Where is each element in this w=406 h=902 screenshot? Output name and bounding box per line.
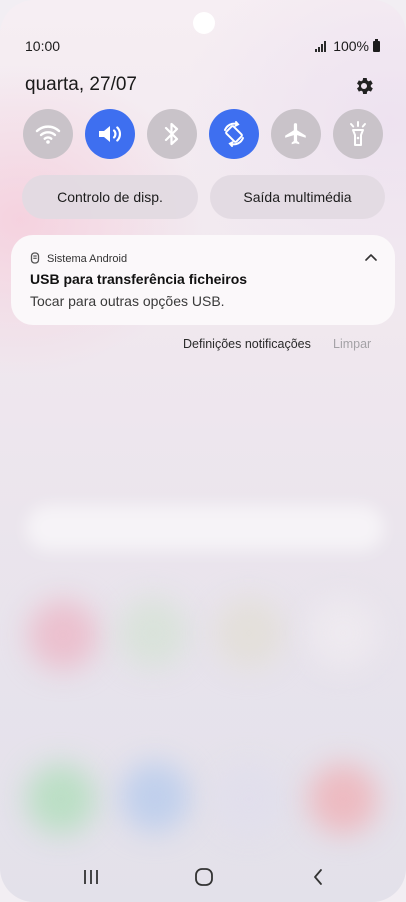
phone-screen: 10:00 100% quarta, 27/07 Controlo de dis… [0, 0, 406, 902]
blurred-app-icon [118, 598, 188, 668]
front-camera [193, 12, 215, 34]
chevron-up-icon[interactable] [362, 250, 380, 264]
home-icon [195, 868, 213, 886]
blurred-app-icon [120, 762, 190, 832]
back-button[interactable] [303, 864, 333, 890]
recents-icon [84, 870, 98, 884]
usb-icon [30, 252, 40, 264]
flashlight-icon [350, 121, 366, 146]
rotate-icon [224, 121, 244, 147]
device-control-button[interactable]: Controlo de disp. [22, 175, 198, 219]
media-output-button[interactable]: Saída multimédia [210, 175, 385, 219]
tile-wifi[interactable] [23, 109, 73, 159]
notification-settings-link[interactable]: Definições notificações [183, 337, 311, 351]
notification-header: Sistema Android [30, 252, 127, 265]
notification-text: Tocar para outras opções USB. [30, 293, 225, 309]
notification-title: USB para transferência ficheiros [30, 271, 248, 287]
blurred-app-icon [28, 600, 98, 670]
battery-percentage: 100% [333, 38, 369, 54]
gear-icon [357, 78, 373, 94]
clear-notifications-button[interactable]: Limpar [333, 337, 371, 351]
bluetooth-icon [164, 122, 179, 146]
home-button[interactable] [189, 864, 219, 890]
status-indicators: 100% [315, 38, 380, 54]
tile-auto-rotate[interactable] [209, 109, 259, 159]
blurred-app-icon [214, 598, 284, 668]
wifi-icon [35, 125, 61, 144]
blurred-app-icon [214, 764, 284, 834]
blurred-app-icon [26, 764, 96, 834]
tile-airplane-mode[interactable] [271, 109, 321, 159]
battery-icon [373, 38, 380, 52]
tile-sound[interactable] [85, 109, 135, 159]
recents-button[interactable] [76, 864, 106, 890]
blurred-app-icon [308, 764, 378, 834]
tile-bluetooth[interactable] [147, 109, 197, 159]
date-label: quarta, 27/07 [25, 74, 137, 95]
airplane-icon [285, 123, 306, 145]
notification-app-name: Sistema Android [47, 252, 128, 265]
back-icon [314, 869, 322, 885]
quick-settings-tiles [23, 109, 383, 159]
status-time: 10:00 [25, 38, 61, 54]
volume-icon [99, 126, 122, 142]
settings-button[interactable] [350, 72, 378, 100]
blurred-app-icon [308, 598, 378, 668]
blurred-search-bar [26, 505, 384, 551]
signal-icon [315, 40, 327, 52]
navigation-bar [0, 850, 406, 902]
tile-flashlight[interactable] [333, 109, 383, 159]
